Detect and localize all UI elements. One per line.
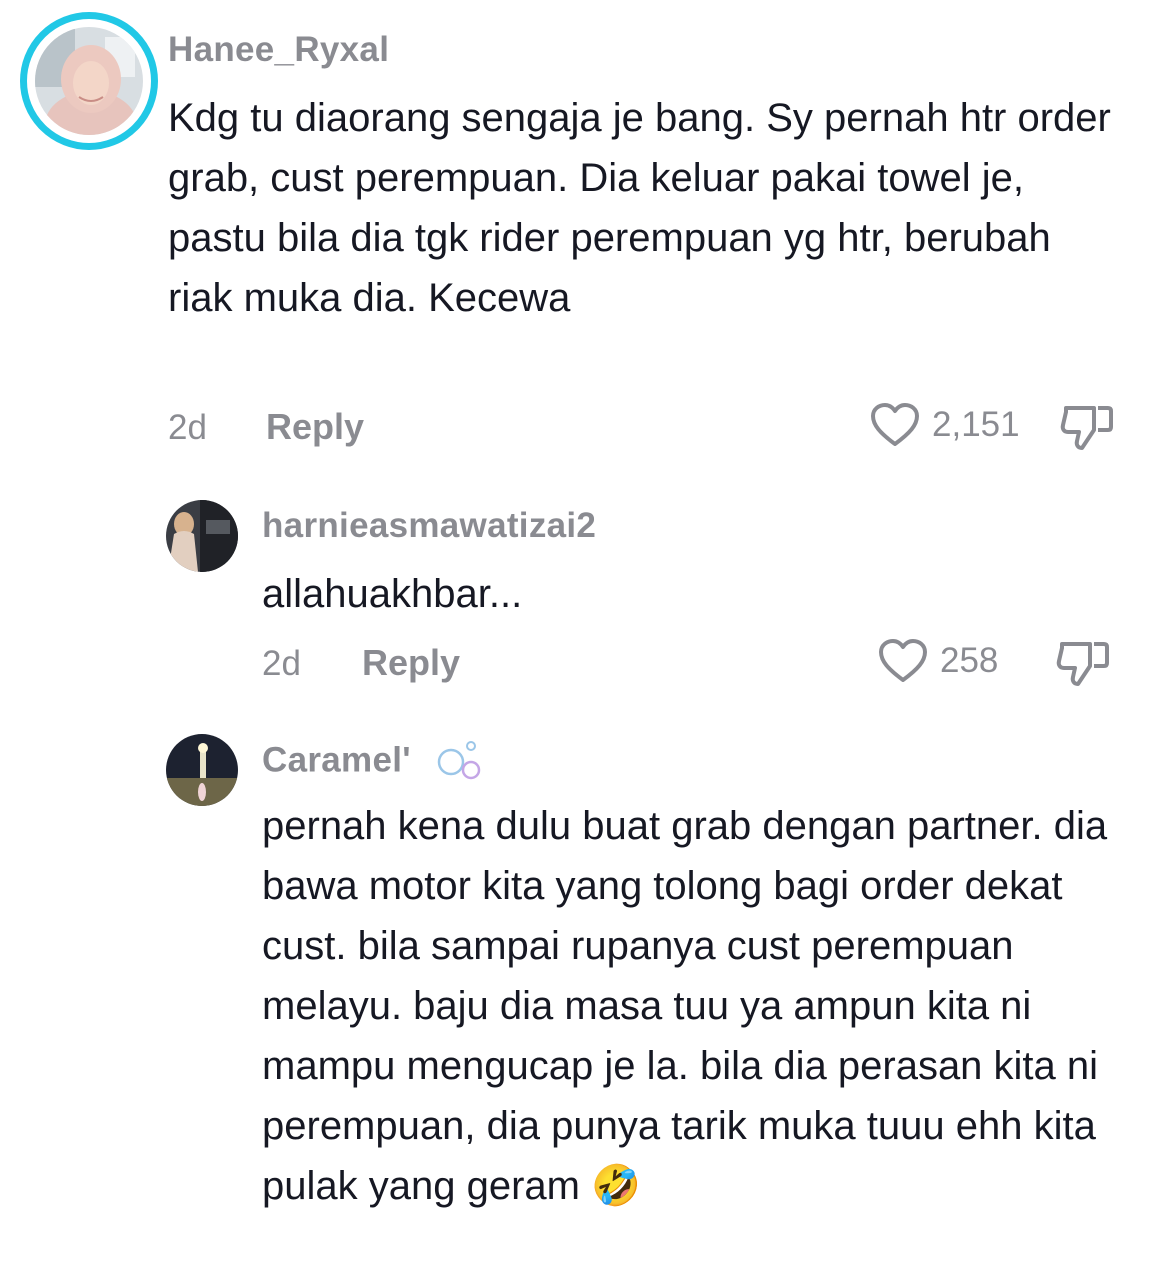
like-count: 2,151 xyxy=(932,405,1020,444)
thumbs-down-icon[interactable] xyxy=(1056,640,1110,688)
story-ring[interactable] xyxy=(20,12,158,150)
reply-button[interactable]: Reply xyxy=(362,642,460,684)
avatar[interactable] xyxy=(166,734,238,806)
username-text: Caramel' xyxy=(262,740,411,780)
heart-outline-icon xyxy=(879,639,927,682)
thumbs-down-icon[interactable] xyxy=(1060,404,1114,452)
username[interactable]: harnieasmawatizai2 xyxy=(262,506,596,546)
like-button[interactable]: 258 xyxy=(878,638,998,684)
like-button[interactable]: 2,151 xyxy=(870,402,1020,448)
comment-text: pernah kena dulu buat grab dengan partne… xyxy=(262,804,1108,1208)
heart-outline-icon xyxy=(871,403,919,446)
reply-item: harnieasmawatizai2 allahuakhbar... 2d Re… xyxy=(0,470,1159,700)
username[interactable]: Caramel' xyxy=(262,740,483,784)
comment-text: Kdg tu diaorang sengaja je bang. Sy pern… xyxy=(168,96,1111,320)
reply-item: Caramel' pernah kena dulu buat grab deng… xyxy=(0,700,1159,1280)
username[interactable]: Hanee_Ryxal xyxy=(168,30,389,70)
comment-text: allahuakhbar... xyxy=(262,572,523,616)
timestamp: 2d xyxy=(168,408,207,447)
avatar[interactable] xyxy=(35,27,143,135)
bubbles-icon xyxy=(437,741,481,780)
reply-button[interactable]: Reply xyxy=(266,406,364,448)
avatar[interactable] xyxy=(166,500,238,572)
timestamp: 2d xyxy=(262,644,301,683)
comment-item: Hanee_Ryxal Kdg tu diaorang sengaja je b… xyxy=(0,0,1159,470)
like-count: 258 xyxy=(940,641,999,680)
